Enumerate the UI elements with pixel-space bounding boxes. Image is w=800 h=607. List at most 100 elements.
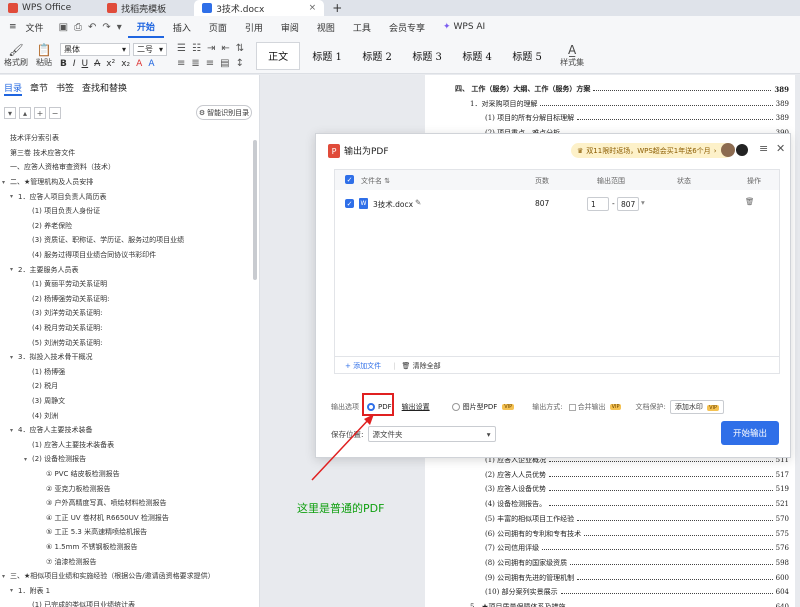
menu-wps-ai[interactable]: ✦ WPS AI	[434, 16, 494, 38]
outline-item[interactable]: (2) 税月	[0, 379, 255, 394]
expand-icon[interactable]: ▾	[10, 193, 18, 200]
nav-tab-chapters[interactable]: 章节	[30, 81, 48, 96]
menu-tools[interactable]: 工具	[344, 16, 380, 38]
more-icon[interactable]: ▾	[117, 22, 122, 33]
expand-icon[interactable]: ▾	[2, 573, 10, 580]
outline-item[interactable]: ④ 工正 UV 卷材机 R6650UV 检测报告	[0, 510, 255, 525]
watermark-button[interactable]: 添加水印 VIP	[669, 400, 724, 414]
menu-view[interactable]: 视图	[308, 16, 344, 38]
style-heading-2[interactable]: 标题 2	[352, 42, 402, 70]
style-heading-3[interactable]: 标题 3	[402, 42, 452, 70]
outline-item[interactable]: ⑦ 油漆检测报告	[0, 554, 255, 569]
hamburger-icon[interactable]: ≡	[0, 16, 26, 38]
range-from-input[interactable]: 1	[587, 197, 609, 211]
remove-icon[interactable]: −	[49, 107, 61, 119]
range-dropdown-icon[interactable]: ▾	[641, 198, 645, 207]
outline-item[interactable]: (1) 项目负责人身份证	[0, 204, 255, 219]
outline-item[interactable]: (4) 服务过得项目业绩合同协议书彩印件	[0, 248, 255, 263]
nav-tab-find-replace[interactable]: 查找和替换	[82, 81, 127, 96]
italic-icon[interactable]: I	[73, 59, 76, 69]
menu-member[interactable]: 会员专享	[380, 16, 434, 38]
outline-item[interactable]: ▾ 1．附表 1	[0, 583, 255, 598]
tab-document[interactable]: 3技术.docx ×	[194, 0, 325, 16]
expand-icon[interactable]: ▾	[24, 456, 32, 463]
bold-icon[interactable]: B	[60, 59, 67, 69]
outline-item[interactable]: ① PVC 结皮板检测报告	[0, 467, 255, 482]
outline-item[interactable]: (1) 黄丽平劳动关系证明	[0, 277, 255, 292]
style-heading-1[interactable]: 标题 1	[302, 42, 352, 70]
outline-item[interactable]: ▾ 1．应答人项目负责人简历表	[0, 189, 255, 204]
outline-item[interactable]: (3) 资质证、职称证、学历证、服务过的项目业绩	[0, 233, 255, 248]
radio-image-pdf[interactable]: 图片型PDF VIP	[451, 402, 515, 412]
nav-scrollbar[interactable]	[253, 140, 257, 280]
file-checkbox[interactable]: ✓	[345, 199, 354, 208]
undo-icon[interactable]: ↶	[88, 22, 96, 33]
menu-review[interactable]: 审阅	[272, 16, 308, 38]
outline-item[interactable]: (4) 刘洲	[0, 408, 255, 423]
outline-item[interactable]: (1) 应答人主要技术装备表	[0, 437, 255, 452]
outline-item[interactable]: ▾ (2) 设备检测报告	[0, 452, 255, 467]
smart-toc-button[interactable]: ⚙ 智能识别目录	[196, 105, 252, 120]
menu-file[interactable]: 文件	[26, 16, 53, 38]
select-all-checkbox[interactable]: ✓	[345, 175, 354, 184]
expand-icon[interactable]: ▾	[10, 427, 18, 434]
justify-icon[interactable]: ▤	[220, 58, 229, 69]
outline-item[interactable]: 第三卷 技术应答文件	[0, 146, 255, 161]
rename-icon[interactable]: ✎	[415, 198, 421, 207]
nav-tab-toc[interactable]: 目录	[4, 81, 23, 96]
close-icon[interactable]: ✕	[776, 142, 785, 155]
align-right-icon[interactable]: ≡	[206, 58, 214, 69]
style-heading-5[interactable]: 标题 5	[502, 42, 552, 70]
save-icon[interactable]: ▣	[59, 22, 68, 33]
promo-banner[interactable]: ♛ 双11限时返场，WPS超会买1年送6个月 ›	[571, 143, 733, 158]
outdent-icon[interactable]: ⇤	[221, 43, 229, 54]
paste-button[interactable]: 📋 粘贴	[32, 39, 56, 73]
align-center-icon[interactable]: ≣	[191, 58, 199, 69]
expand-icon[interactable]: ▾	[10, 266, 18, 273]
font-name-select[interactable]: 黑体 ▾	[60, 42, 130, 56]
subscript-icon[interactable]: x₂	[121, 59, 130, 69]
strikethrough-icon[interactable]: A	[94, 59, 100, 69]
range-to-input[interactable]: 807	[617, 197, 639, 211]
align-left-icon[interactable]: ≡	[177, 58, 185, 69]
outline-item[interactable]: (5) 刘洲劳动关系证明:	[0, 335, 255, 350]
numbering-icon[interactable]: ☷	[192, 43, 201, 54]
menu-page[interactable]: 页面	[200, 16, 236, 38]
redo-icon[interactable]: ↷	[102, 22, 110, 33]
underline-icon[interactable]: U	[82, 59, 89, 69]
add-file-button[interactable]: + 添加文件	[345, 361, 381, 371]
expand-icon[interactable]: ▾	[10, 354, 18, 361]
close-tab-icon[interactable]: ×	[309, 3, 317, 13]
account-icon[interactable]	[736, 144, 748, 156]
header-filename[interactable]: 文件名 ⇅	[361, 176, 390, 186]
outline-item[interactable]: (2) 养老保险	[0, 219, 255, 234]
format-painter-button[interactable]: 🖌 格式刷	[0, 39, 32, 73]
superscript-icon[interactable]: x²	[106, 59, 115, 69]
collapse-icon[interactable]: ▾	[4, 107, 16, 119]
menu-insert[interactable]: 插入	[164, 16, 200, 38]
sort-icon[interactable]: ⇅	[236, 43, 244, 54]
outline-item[interactable]: 技术评分索引表	[0, 131, 255, 146]
outline-item[interactable]: ▾ 3．拟投入技术骨干概况	[0, 350, 255, 365]
menu-icon[interactable]: ≡	[759, 142, 768, 155]
start-export-button[interactable]: 开始输出	[721, 421, 779, 445]
new-tab-button[interactable]: +	[324, 0, 350, 16]
font-color-icon[interactable]: A	[136, 59, 142, 69]
outline-item[interactable]: 一、应答人资格审查资料（技术）	[0, 160, 255, 175]
delete-icon[interactable]: 🗑	[745, 197, 755, 206]
menu-home[interactable]: 开始	[127, 16, 164, 38]
expand-icon[interactable]: ▾	[10, 587, 18, 594]
add-icon[interactable]: +	[34, 107, 46, 119]
indent-icon[interactable]: ⇥	[207, 43, 215, 54]
print-icon[interactable]: ⎙	[74, 22, 82, 33]
outline-item[interactable]: ② 亚克力板检测报告	[0, 481, 255, 496]
outline-item[interactable]: (3) 周静文	[0, 394, 255, 409]
outline-item[interactable]: (1) 已完成的类似项目业绩统计表	[0, 598, 255, 607]
tab-template[interactable]: 找稻壳模板	[99, 0, 174, 16]
outline-item[interactable]: (2) 杨博强劳动关系证明:	[0, 292, 255, 307]
level-up-icon[interactable]: ▴	[19, 107, 31, 119]
outline-item[interactable]: ③ 户外高精度写真、喷绘材料检测报告	[0, 496, 255, 511]
output-settings-link[interactable]: 输出设置	[402, 402, 430, 412]
nav-tab-bookmarks[interactable]: 书签	[56, 81, 74, 96]
outline-item[interactable]: ⑥ 1.5mm 不锈钢板检测报告	[0, 540, 255, 555]
